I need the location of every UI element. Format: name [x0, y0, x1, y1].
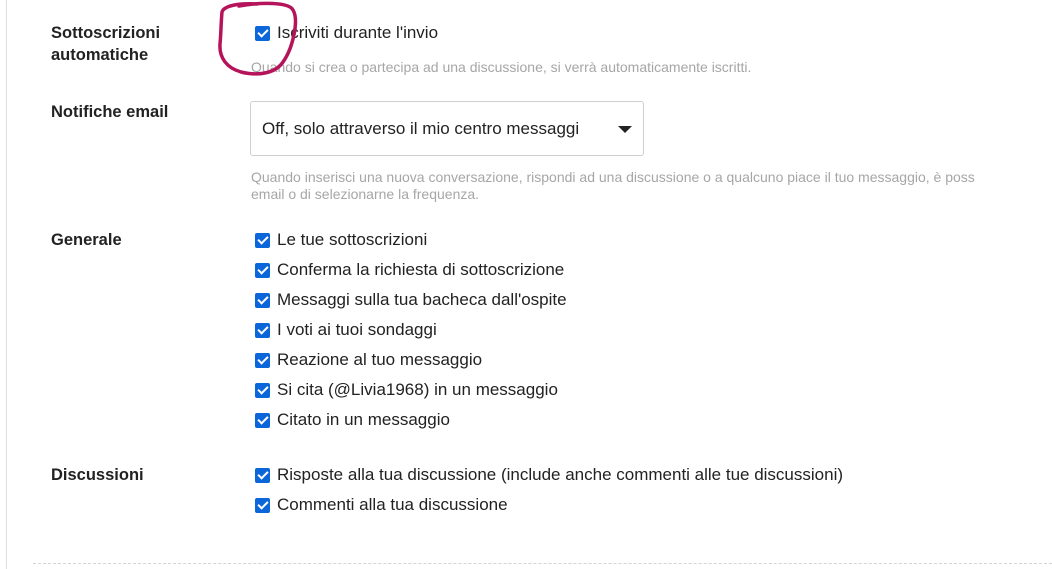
checkbox-checked-icon[interactable] [255, 412, 270, 428]
email-notifications-hint-line2: email o di selezionarne la frequenza. [251, 186, 480, 202]
discussions-option[interactable]: Commenti alla tua discussione [255, 494, 508, 516]
general-option[interactable]: Conferma la richiesta di sottoscrizione [255, 259, 564, 281]
checkbox-checked-icon[interactable] [255, 292, 270, 308]
checkbox-checked-icon[interactable] [255, 352, 270, 368]
general-option[interactable]: I voti ai tuoi sondaggi [255, 319, 437, 341]
general-option-label: Le tue sottoscrizioni [277, 230, 428, 249]
email-frequency-value: Off, solo attraverso il mio centro messa… [262, 118, 580, 138]
discussions-option-label: Risposte alla tua discussione (include a… [277, 465, 844, 484]
auto-subscriptions-label: Sottoscrizioni automatiche [51, 22, 160, 66]
checkbox-checked-icon[interactable] [255, 497, 270, 513]
section-divider [33, 563, 1052, 564]
general-option-label: Messaggi sulla tua bacheca dall'ospite [277, 290, 567, 309]
checkbox-checked-icon[interactable] [255, 232, 270, 248]
annotation-circle [218, 1, 298, 76]
discussions-option[interactable]: Risposte alla tua discussione (include a… [255, 464, 843, 486]
auto-subscriptions-hint: Quando si crea o partecipa ad una discus… [251, 59, 752, 75]
general-option[interactable]: Si cita (@Livia1968) in un messaggio [255, 379, 558, 401]
discussions-label: Discussioni [51, 466, 144, 484]
general-option-label: I voti ai tuoi sondaggi [277, 320, 437, 339]
checkbox-checked-icon[interactable] [255, 467, 270, 483]
general-option-label: Reazione al tuo messaggio [277, 350, 483, 369]
general-option-label: Si cita (@Livia1968) in un messaggio [277, 380, 558, 399]
general-option[interactable]: Reazione al tuo messaggio [255, 349, 482, 371]
caret-down-icon [618, 126, 632, 133]
discussions-option-label: Commenti alla tua discussione [277, 495, 508, 514]
general-option[interactable]: Citato in un messaggio [255, 409, 450, 431]
checkbox-checked-icon[interactable] [255, 262, 270, 278]
checkbox-checked-icon[interactable] [255, 322, 270, 338]
checkbox-checked-icon[interactable] [255, 382, 270, 398]
general-label: Generale [51, 231, 122, 249]
auto-subscriptions-label-line2: automatiche [51, 46, 149, 64]
settings-page: Sottoscrizioni automatiche Iscriviti dur… [0, 0, 1052, 569]
left-border [6, 0, 7, 569]
general-option-label: Conferma la richiesta di sottoscrizione [277, 260, 565, 279]
general-option-label: Citato in un messaggio [277, 410, 450, 429]
auto-subscriptions-label-line1: Sottoscrizioni [51, 24, 161, 42]
general-option[interactable]: Messaggi sulla tua bacheca dall'ospite [255, 289, 567, 311]
general-option[interactable]: Le tue sottoscrizioni [255, 229, 427, 251]
email-notifications-label: Notifiche email [51, 103, 169, 121]
email-frequency-select[interactable]: Off, solo attraverso il mio centro messa… [250, 101, 644, 156]
email-notifications-hint-line1: Quando inserisci una nuova conversazione… [251, 169, 975, 185]
